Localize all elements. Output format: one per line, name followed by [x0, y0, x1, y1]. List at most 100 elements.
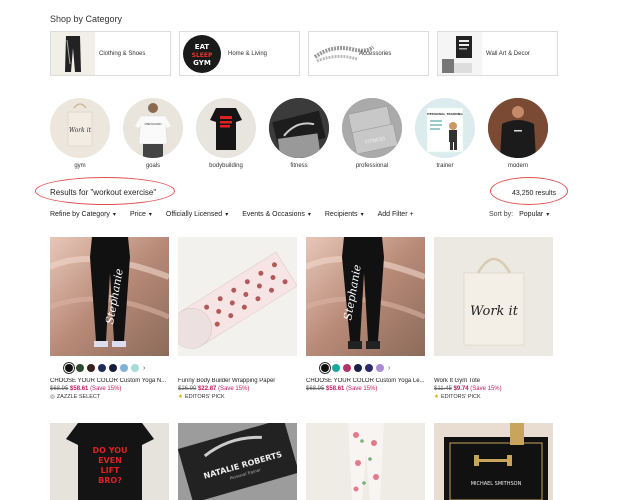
product-card-business-card[interactable]: NATALIE ROBERTS Personal Trainer: [178, 423, 297, 500]
product-card-floral-leggings[interactable]: [306, 423, 425, 500]
save-text: (Save 15%): [90, 386, 122, 392]
circle-label: professional: [355, 163, 389, 169]
circle-item-goals[interactable]: ONLYGOOD goals: [123, 98, 183, 169]
color-swatch[interactable]: [354, 364, 362, 372]
color-swatch[interactable]: [120, 364, 128, 372]
circle-item-professional[interactable]: FITNESS professional: [342, 98, 402, 169]
filter-price[interactable]: Price ▾: [130, 211, 152, 218]
shirt-line-2: EVEN: [98, 456, 122, 465]
filter-label: Events & Occasions: [242, 211, 305, 218]
color-swatches-empty: [434, 363, 553, 373]
product-card-wrapping-paper[interactable]: Funny Body Builder Wrapping Paper $26.90…: [178, 237, 297, 400]
color-swatch[interactable]: [365, 364, 373, 372]
chevron-right-icon[interactable]: ›: [143, 365, 145, 372]
color-swatch[interactable]: [131, 364, 139, 372]
caret-down-icon: ▾: [360, 212, 364, 218]
filter-label: Recipients: [324, 211, 358, 218]
caret-down-icon: ▾: [307, 212, 311, 218]
product-card-yoga-leggings-1[interactable]: Stephanie › CHOOSE YOUR COLOR Custom Yog…: [50, 237, 169, 400]
editors-pick-badge: ★ EDITORS' PICK: [434, 394, 553, 400]
product-card-gold-business-card[interactable]: MICHAEL SMITHSON: [434, 423, 553, 500]
product-title[interactable]: Work It Gym Tote: [434, 378, 553, 384]
shirt-slogan-text: ONLYGOOD: [144, 122, 162, 126]
caret-down-icon: ▾: [148, 212, 152, 218]
new-price: $22.87: [198, 386, 217, 392]
filter-bar: Refine by Category ▾ Price ▾ Officially Li…: [50, 211, 428, 218]
color-swatch[interactable]: [63, 362, 75, 374]
trainer-flyer-heading: PERSONAL TRAINING: [427, 112, 463, 116]
color-swatches-empty: [178, 363, 297, 373]
category-label: Clothing & Shoes: [99, 50, 146, 57]
circle-item-trainer[interactable]: PERSONAL TRAINING trainer: [415, 98, 475, 169]
new-price: $58.61: [326, 386, 345, 392]
filter-recipients[interactable]: Recipients ▾: [325, 211, 364, 218]
product-image[interactable]: Work it: [434, 237, 553, 356]
product-card-bodysuit[interactable]: DO YOU EVEN LIFT BRO?: [50, 423, 169, 500]
color-swatches: ›: [306, 362, 425, 374]
filter-add-filter[interactable]: Add Filter +: [378, 211, 414, 218]
color-swatch[interactable]: [376, 364, 384, 372]
product-card-yoga-leggings-2[interactable]: Stephanie › CHOOSE YOUR COLOR Custom Yog…: [306, 237, 425, 392]
old-price: $11.45: [434, 386, 452, 392]
category-label: Wall Art & Decor: [486, 50, 530, 57]
style-circles: Work it gym ONLYGOOD goals bodybuilding …: [50, 98, 548, 169]
circle-item-gym[interactable]: Work it gym: [50, 98, 110, 169]
old-price: $26.90: [178, 386, 197, 392]
color-swatch[interactable]: [319, 362, 331, 374]
chevron-right-icon[interactable]: ›: [388, 365, 390, 372]
product-title[interactable]: CHOOSE YOUR COLOR Custom Yoga N...: [50, 378, 169, 384]
product-image[interactable]: [178, 237, 297, 356]
category-card-home[interactable]: EAT SLEEP GYM Home & Living: [179, 31, 300, 76]
circle-item-bodybuilding[interactable]: bodybuilding: [196, 98, 256, 169]
category-card-accessories[interactable]: Accessories: [308, 31, 429, 76]
results-count: 43,250 results: [512, 190, 556, 197]
circle-item-fitness[interactable]: fitness: [269, 98, 329, 169]
filter-events-occasions[interactable]: Events & Occasions ▾: [242, 211, 311, 218]
product-image-text: Work it: [470, 304, 519, 319]
editors-pick-badge: ★ EDITORS' PICK: [178, 394, 297, 400]
color-swatch[interactable]: [343, 364, 351, 372]
circle-label: gym: [74, 163, 86, 169]
color-swatch[interactable]: [332, 364, 340, 372]
circle-professional-image: FITNESS: [342, 98, 402, 158]
color-swatch[interactable]: [87, 364, 95, 372]
sort-control[interactable]: Sort by: Popular ▾: [489, 211, 549, 218]
filter-refine-by-category[interactable]: Refine by Category ▾: [50, 211, 116, 218]
zazzle-select-badge: ◎ ZAZZLE SELECT: [50, 394, 169, 400]
product-price: $26.90 $22.87 (Save 15%): [178, 386, 297, 392]
caret-down-icon: ▾: [225, 212, 229, 218]
shirt-line-1: DO YOU: [92, 446, 127, 455]
circle-item-modern[interactable]: modern: [488, 98, 548, 169]
category-card-clothing[interactable]: Clothing & Shoes: [50, 31, 171, 76]
filter-label: Price: [129, 211, 146, 218]
sort-value: Popular: [519, 211, 544, 218]
color-swatch[interactable]: [76, 364, 84, 372]
sleep-text: SLEEP: [192, 52, 213, 59]
filter-officially-licensed[interactable]: Officially Licensed ▾: [166, 211, 228, 218]
gym-text: GYM: [193, 59, 211, 67]
product-card-gym-tote[interactable]: Work it Work It Gym Tote $11.45 $9.74 (S…: [434, 237, 553, 400]
color-swatch[interactable]: [109, 364, 117, 372]
circle-bodybuilding-image: [196, 98, 256, 158]
circle-gym-image: Work it: [50, 98, 110, 158]
product-image[interactable]: Stephanie: [306, 237, 425, 356]
badge-text: EDITORS' PICK: [184, 394, 225, 400]
product-title[interactable]: Funny Body Builder Wrapping Paper: [178, 378, 297, 384]
product-price: $68.95 $58.61 (Save 15%): [306, 386, 425, 392]
color-swatch[interactable]: [98, 364, 106, 372]
category-card-wall-art[interactable]: Wall Art & Decor: [437, 31, 558, 76]
product-title[interactable]: CHOOSE YOUR COLOR Custom Yoga Le...: [306, 378, 425, 384]
caret-down-icon: ▾: [112, 212, 116, 218]
product-price: $68.95 $58.61 (Save 15%): [50, 386, 169, 392]
new-price: $58.61: [70, 386, 89, 392]
new-price: $9.74: [453, 386, 469, 392]
circle-fitness-image: [269, 98, 329, 158]
circle-label: fitness: [290, 163, 308, 169]
product-image[interactable]: Stephanie: [50, 237, 169, 356]
category-cards: Clothing & Shoes EAT SLEEP GYM Home & Li…: [50, 31, 558, 76]
star-icon: ★: [178, 394, 183, 400]
filter-label: Officially Licensed: [165, 211, 223, 218]
circle-label: bodybuilding: [209, 163, 243, 169]
category-label: Accessories: [359, 50, 392, 57]
old-price: $68.95: [306, 386, 325, 392]
